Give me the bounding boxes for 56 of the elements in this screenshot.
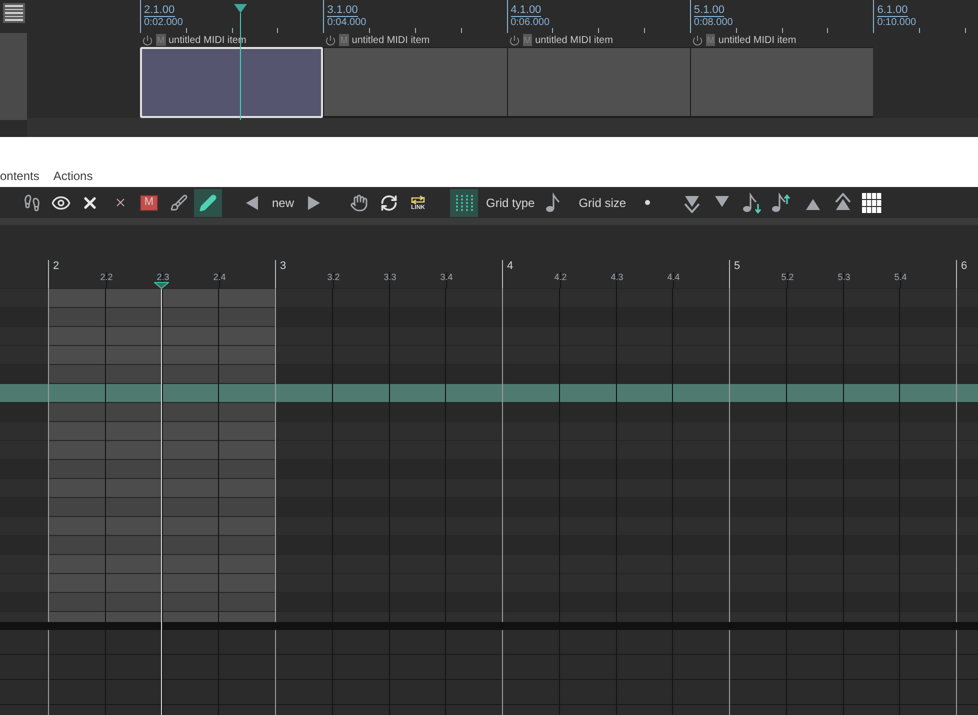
bar-position: 3.1.00: [327, 4, 358, 17]
right-triangle-icon: [307, 194, 322, 210]
time-position: 0:04.000: [327, 17, 366, 29]
loop-arrows-icon: [409, 194, 428, 204]
bar-position: 5.1.00: [694, 4, 724, 17]
refresh-icon: [380, 194, 398, 212]
beat-number: 3.2: [326, 272, 341, 282]
grid-icon: [862, 192, 882, 212]
menu-item[interactable]: ontents: [0, 167, 40, 185]
grid-lines-icon: [455, 194, 474, 212]
footprints-icon: [23, 194, 41, 212]
brush-icon: [170, 194, 188, 212]
toolbar-button[interactable]: [450, 188, 478, 216]
power-icon: [692, 34, 703, 46]
bar-position: 6.1.00: [877, 4, 908, 17]
toolbar-label: new: [271, 194, 296, 212]
item-title: untitled MIDI item: [718, 34, 796, 48]
beat-number: 2.3: [156, 272, 170, 282]
pencil-icon: [199, 194, 217, 212]
bar-position: 2.1.00: [144, 4, 175, 17]
double-up-triangle-icon: [833, 192, 854, 212]
beat-number: 3.4: [439, 272, 454, 282]
item-title: untitled MIDI item: [535, 34, 613, 48]
beat-number: 2.4: [212, 272, 227, 282]
beat-number: 3.3: [382, 272, 398, 282]
hand-icon: [350, 194, 368, 212]
item-title: untitled MIDI item: [352, 34, 430, 48]
beat-number: 5.3: [836, 272, 852, 282]
bar-number: 6: [960, 260, 968, 272]
power-icon: [142, 34, 153, 46]
beat-number: 2.2: [99, 272, 114, 282]
power-icon: [325, 34, 336, 46]
menu-item[interactable]: Actions: [53, 167, 93, 185]
time-position: 0:02.000: [144, 17, 183, 29]
left-triangle-icon: [245, 194, 259, 210]
time-position: 0:06.000: [510, 17, 550, 29]
bar-number: 3: [279, 260, 286, 272]
power-icon: [508, 34, 520, 46]
note-down-arrow-icon: [742, 192, 762, 214]
time-position: 0:08.000: [694, 17, 733, 29]
note-up-arrow-icon: [771, 192, 792, 214]
time-position: 0:10.000: [877, 17, 916, 29]
playhead-marker-icon[interactable]: [234, 4, 247, 13]
bar-number: 2: [52, 260, 60, 272]
beat-number: 4.4: [666, 272, 681, 282]
close-icon: [114, 196, 126, 209]
beat-number: 5.2: [780, 272, 795, 282]
menu-button[interactable]: [3, 3, 25, 23]
beat-number: 4.3: [610, 272, 624, 282]
bar-number: 5: [733, 260, 740, 272]
toolbar-label: Grid type: [485, 194, 536, 212]
bar-position: 4.1.00: [510, 4, 542, 17]
beat-number: 5.4: [893, 272, 908, 282]
beat-number: 4.2: [553, 272, 568, 282]
toolbar-label: Grid size: [578, 194, 628, 212]
bar-number: 4: [506, 260, 514, 272]
